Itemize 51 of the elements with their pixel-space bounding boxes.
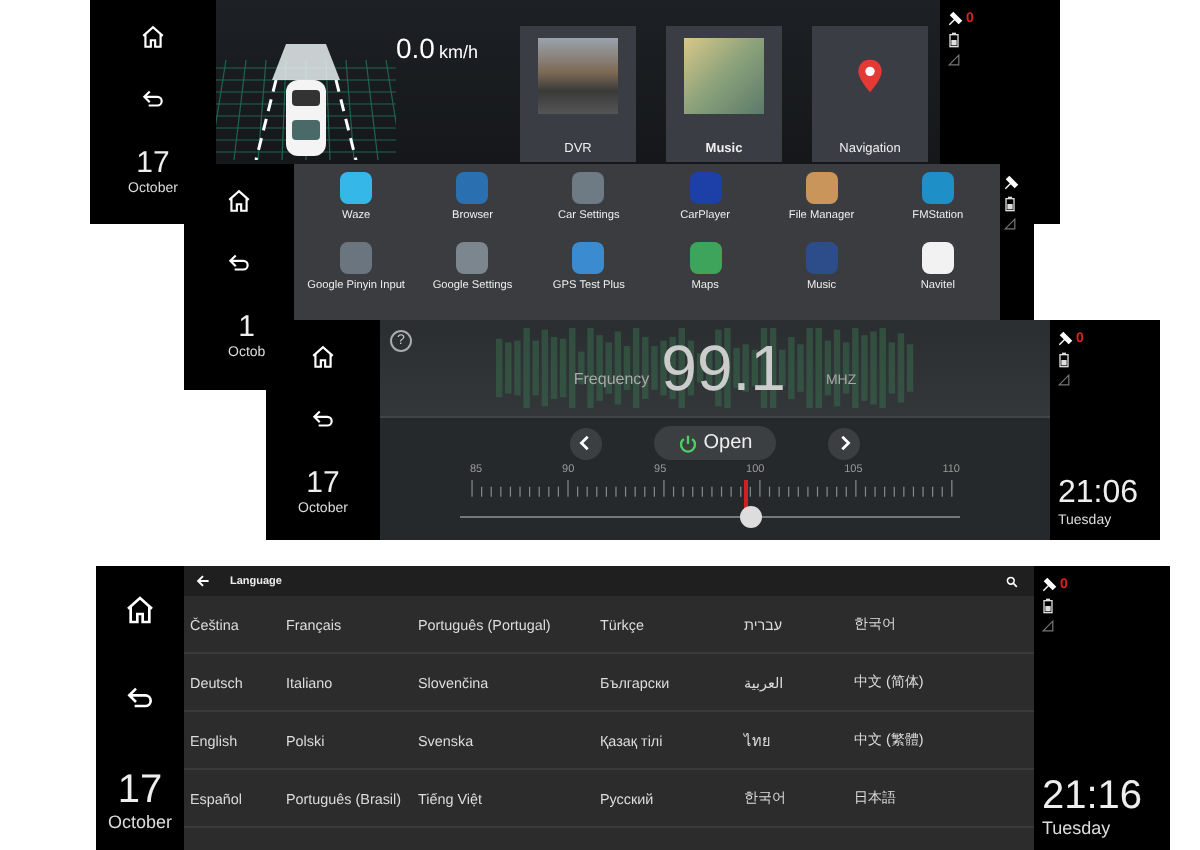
power-icon <box>677 433 698 453</box>
slider-thumb[interactable] <box>740 505 762 527</box>
app-icon <box>456 242 489 274</box>
app-icon <box>456 172 489 204</box>
signal-icon <box>1004 218 1016 230</box>
frequency-value: 99.1 <box>661 336 786 400</box>
date-day: 17 <box>117 770 163 810</box>
back-arrow-icon[interactable] <box>196 574 210 588</box>
signal-icon <box>948 54 960 66</box>
date-day: 1 <box>238 312 256 342</box>
app-icon <box>805 242 838 274</box>
frequency-label: Frequency <box>573 370 650 388</box>
open-button[interactable]: Open <box>653 426 777 460</box>
chevron-left-icon <box>576 434 595 452</box>
date-day: 17 <box>136 148 170 178</box>
app-icon <box>805 172 838 204</box>
date-month: October <box>107 814 172 832</box>
clock-time: 21:06 <box>1058 478 1141 510</box>
speed-value: 0.0 <box>396 32 435 64</box>
signal-icon <box>1042 620 1054 632</box>
next-button[interactable] <box>828 427 861 459</box>
home-icon[interactable] <box>124 594 156 626</box>
date-day: 17 <box>306 468 340 498</box>
battery-icon <box>1004 196 1016 212</box>
map-pin-icon <box>856 58 884 94</box>
clock-time: 21:16 <box>1042 776 1145 816</box>
app-icon <box>689 172 722 204</box>
home-icon[interactable] <box>226 188 252 214</box>
app-icon <box>921 172 954 204</box>
previous-button[interactable] <box>569 427 602 459</box>
back-icon[interactable] <box>140 86 166 112</box>
battery-icon <box>1042 598 1054 614</box>
app-icon <box>340 242 373 274</box>
speed-unit: km/h <box>438 42 478 62</box>
app-icon <box>572 172 605 204</box>
back-icon[interactable] <box>226 250 252 276</box>
chevron-right-icon <box>835 434 854 452</box>
app-icon <box>689 242 722 274</box>
search-icon[interactable] <box>1006 575 1018 587</box>
clock-day: Tuesday <box>1042 820 1162 838</box>
photo-placeholder <box>684 38 764 114</box>
app-icon <box>340 172 373 204</box>
battery-icon <box>1058 352 1070 368</box>
back-icon[interactable] <box>310 406 336 432</box>
app-icon <box>572 242 605 274</box>
home-icon[interactable] <box>310 344 336 370</box>
home-icon[interactable] <box>140 24 166 50</box>
photo-placeholder <box>538 38 618 114</box>
signal-icon <box>1058 374 1070 386</box>
app-icon <box>921 242 954 274</box>
battery-icon <box>948 32 960 48</box>
